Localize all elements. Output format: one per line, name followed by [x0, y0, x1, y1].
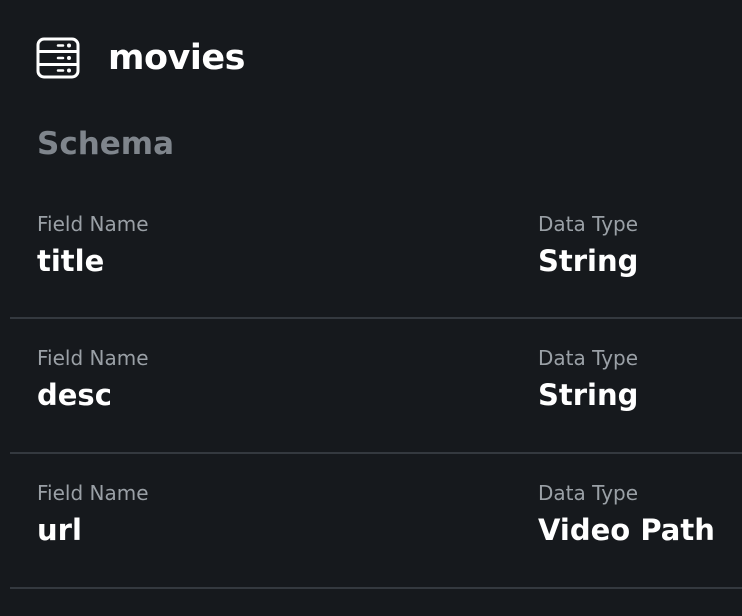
- data-type-cell: Data Type String: [538, 345, 638, 413]
- field-name-label: Field Name: [37, 481, 149, 505]
- data-type-value: String: [538, 378, 639, 412]
- database-icon: [36, 37, 80, 79]
- schema-field-list: Field Name title Data Type String Field …: [10, 185, 742, 589]
- collection-header: movies: [36, 37, 245, 79]
- data-type-cell: Data Type String: [538, 211, 638, 279]
- field-name-value: url: [37, 513, 82, 547]
- collection-title: movies: [108, 38, 245, 78]
- data-type-label: Data Type: [538, 212, 639, 236]
- schema-field-row-url[interactable]: Field Name url Data Type Video Path: [10, 454, 742, 589]
- field-name-value: title: [37, 244, 105, 278]
- field-name-value: desc: [37, 378, 112, 412]
- data-type-value: String: [538, 244, 639, 278]
- data-type-label: Data Type: [538, 346, 639, 370]
- field-name-label: Field Name: [37, 346, 149, 370]
- field-name-cell: Field Name desc: [37, 345, 149, 413]
- field-name-cell: Field Name url: [37, 480, 149, 548]
- schema-field-row-title[interactable]: Field Name title Data Type String: [10, 185, 742, 319]
- schema-heading: Schema: [37, 126, 175, 162]
- data-type-cell: Data Type Video Path: [538, 480, 715, 548]
- data-type-label: Data Type: [538, 481, 639, 505]
- data-type-value: Video Path: [538, 513, 715, 547]
- field-name-cell: Field Name title: [37, 211, 149, 279]
- field-name-label: Field Name: [37, 212, 149, 236]
- schema-field-row-desc[interactable]: Field Name desc Data Type String: [10, 319, 742, 454]
